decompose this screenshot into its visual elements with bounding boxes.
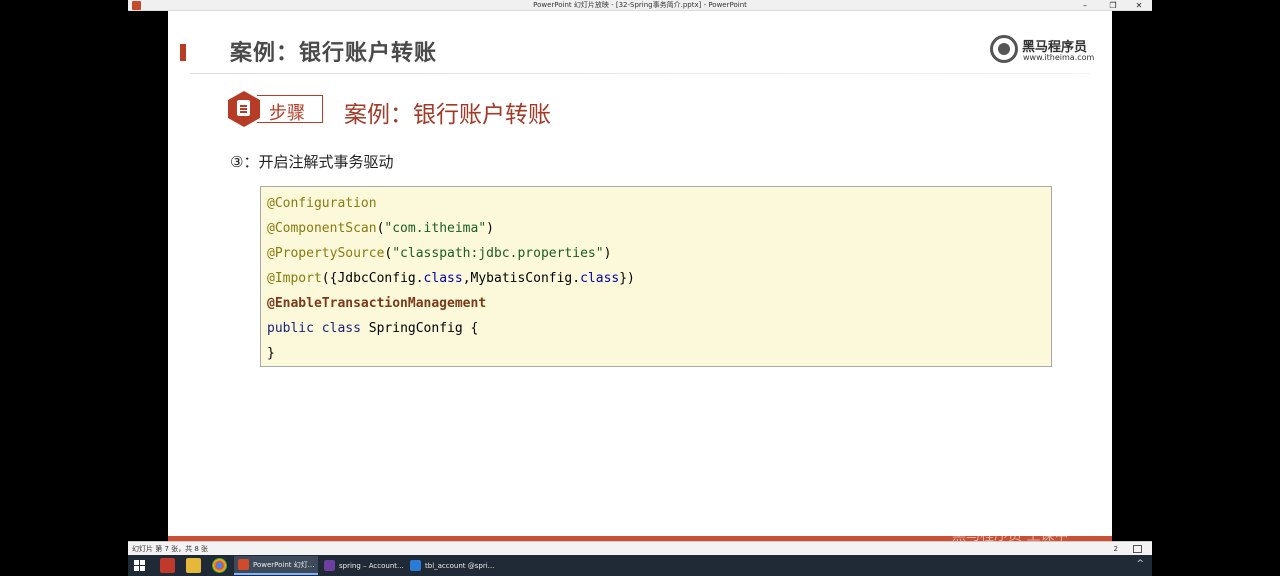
- keyword: public: [267, 321, 314, 336]
- code-text: }: [267, 346, 275, 361]
- code-block: @Configuration @ComponentScan("com.ithei…: [260, 186, 1052, 367]
- itheima-logo: 黑马程序员 www.itheima.com: [990, 33, 1094, 65]
- code-line: }: [267, 345, 1045, 370]
- code-line: @Import({JdbcConfig.class,MybatisConfig.…: [267, 270, 1045, 295]
- task-label: tbl_account @spri...: [425, 561, 495, 570]
- database-icon: [410, 560, 421, 571]
- annotation: @Import: [267, 271, 322, 286]
- keyword: class: [423, 271, 463, 286]
- title-marker: [180, 44, 186, 61]
- slide-title: 案例：银行账户转账: [230, 41, 438, 66]
- taskbar-item-powerpoint[interactable]: PowerPoint 幻灯...: [234, 556, 319, 575]
- header-divider: [190, 73, 1090, 74]
- code-line: @Configuration: [267, 195, 1045, 220]
- code-punctuation: ): [486, 221, 494, 236]
- string-literal: "com.itheima": [384, 221, 487, 236]
- code-line: @PropertySource("classpath:jdbc.properti…: [267, 245, 1045, 270]
- start-button[interactable]: [134, 560, 145, 571]
- slideshow-view-icon[interactable]: [1133, 545, 1142, 553]
- annotation: @Configuration: [267, 196, 377, 211]
- file-explorer-icon[interactable]: [186, 558, 201, 573]
- document-icon: [237, 100, 250, 116]
- view-buttons: [1133, 545, 1142, 553]
- code-punctuation: ): [603, 246, 612, 261]
- code-line: @EnableTransactionManagement: [267, 295, 1045, 320]
- step-label: 步骤: [269, 103, 305, 124]
- code-text: ({JdbcConfig.: [321, 271, 424, 286]
- logo-url: www.itheima.com: [1023, 53, 1095, 62]
- string-literal: "classpath:jdbc.properties": [392, 246, 604, 261]
- restore-button[interactable]: ❐: [1100, 0, 1126, 11]
- close-button[interactable]: ✕: [1126, 0, 1152, 11]
- window-titlebar: PowerPoint 幻灯片放映 - [32-Spring事务简介.pptx] …: [128, 0, 1152, 11]
- slide-counter: 幻灯片 第 7 张，共 8 张: [132, 545, 209, 553]
- minimize-button[interactable]: –: [1072, 0, 1098, 11]
- code-line: @ComponentScan("com.itheima"): [267, 220, 1045, 245]
- window-title: PowerPoint 幻灯片放映 - [32-Spring事务简介.pptx] …: [533, 1, 747, 9]
- task-label: PowerPoint 幻灯...: [253, 560, 315, 569]
- code-line: public class SpringConfig {: [267, 320, 1045, 345]
- annotation: @ComponentScan: [267, 221, 377, 236]
- task-label: spring – Account...: [339, 561, 404, 570]
- step-badge: 步骤: [228, 91, 324, 127]
- step-label-box: 步骤: [257, 95, 323, 124]
- annotation: @PropertySource: [267, 246, 385, 261]
- zoom-level: 2: [1113, 545, 1118, 553]
- annotation-highlighted: @EnableTransactionManagement: [267, 296, 487, 311]
- powerpoint-icon: [238, 559, 249, 570]
- slide[interactable]: 案例：银行账户转账 黑马程序员 www.itheima.com 步骤 案例：银行…: [168, 11, 1112, 541]
- code-text: }): [619, 271, 635, 286]
- screen: PowerPoint 幻灯片放映 - [32-Spring事务简介.pptx] …: [0, 0, 1280, 576]
- app-icon[interactable]: [160, 558, 175, 573]
- keyword: class: [321, 321, 361, 336]
- chrome-icon[interactable]: [212, 558, 227, 573]
- step-hexagon: [228, 91, 260, 127]
- class-name: SpringConfig {: [368, 321, 479, 336]
- intellij-icon: [324, 560, 335, 571]
- step-description: ③：开启注解式事务驱动: [230, 153, 394, 171]
- status-bar: 幻灯片 第 7 张，共 8 张 2: [128, 541, 1152, 555]
- keyword: class: [580, 271, 620, 286]
- logo-icon: [990, 35, 1018, 63]
- taskbar: PowerPoint 幻灯... spring – Account... tbl…: [128, 555, 1152, 576]
- taskbar-item-database[interactable]: tbl_account @spri...: [406, 556, 498, 575]
- taskbar-item-intellij[interactable]: spring – Account...: [320, 556, 408, 575]
- code-text: ,MybatisConfig.: [462, 271, 581, 286]
- step-title: 案例：银行账户转账: [344, 102, 551, 128]
- chevron-up-icon[interactable]: ^: [1136, 559, 1144, 569]
